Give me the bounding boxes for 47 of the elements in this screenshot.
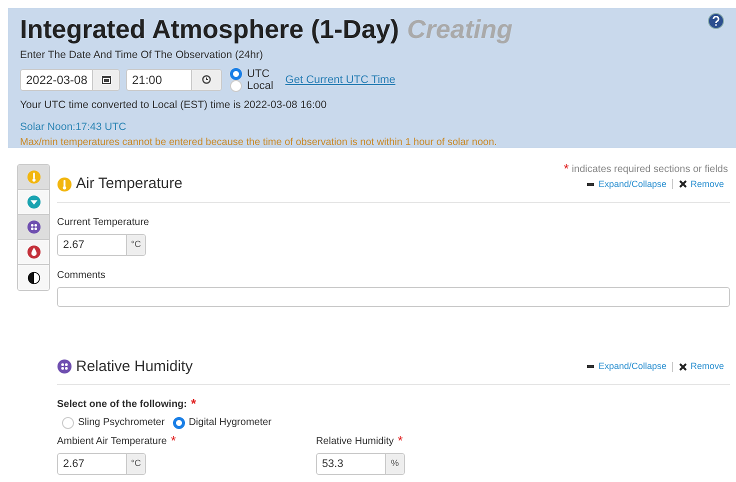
converted-time-text: Your UTC time converted to Local (EST) time is 2022-03-08 16:00	[20, 98, 328, 113]
field-label: Current Temperature	[57, 216, 150, 230]
radio-button[interactable]	[172, 416, 185, 428]
radio-button[interactable]	[230, 80, 242, 92]
radio-label: Digital Hygrometer	[188, 416, 272, 430]
status-label: Creating	[407, 14, 512, 45]
page-title: Integrated Atmosphere (1-Day)	[20, 14, 399, 45]
number-field[interactable]: 2.67 °C	[57, 453, 146, 475]
time-field[interactable]: 21:00	[126, 68, 222, 91]
required-note: indicates required sections or fields	[572, 163, 728, 177]
remove-link[interactable]: Remove	[690, 178, 724, 191]
help-icon[interactable]	[708, 13, 724, 29]
solar-noon-text: Solar Noon:17:43 UTC	[20, 120, 128, 134]
required-asterisk: *	[170, 434, 176, 449]
number-field[interactable]: 53.3 %	[316, 453, 405, 475]
field-label: Ambient Air Temperature	[57, 435, 167, 449]
radio-label: Local	[247, 80, 274, 92]
minus-icon	[587, 182, 594, 186]
remove-icon	[679, 180, 688, 188]
unit-label: %	[384, 454, 404, 474]
minus-icon	[587, 365, 594, 368]
date-field[interactable]: 2022-03-08	[20, 68, 120, 91]
remove-link[interactable]: Remove	[690, 360, 724, 374]
calendar-icon[interactable]	[102, 75, 111, 84]
required-asterisk: *	[398, 434, 403, 449]
required-asterisk: *	[191, 397, 196, 412]
radio-button[interactable]	[230, 68, 242, 80]
field-label: Select one of the following:	[57, 398, 187, 412]
clock-icon[interactable]	[202, 75, 211, 84]
number-field[interactable]: 2.67 °C	[57, 234, 146, 256]
section-title: Air Temperature	[76, 174, 182, 194]
expand-collapse-link[interactable]: Expand/Collapse	[598, 360, 666, 374]
warning-text: Max/min temperatures cannot be entered because the time of observation is not within 1 hour of solar noon.	[20, 136, 498, 150]
remove-icon	[679, 362, 688, 371]
section-nav-button[interactable]	[18, 265, 49, 290]
section-title: Relative Humidity	[76, 356, 193, 376]
expand-collapse-link[interactable]: Expand/Collapse	[598, 178, 666, 191]
required-asterisk: *	[564, 162, 569, 175]
field-label: Comments	[57, 268, 106, 282]
unit-label: °C	[126, 234, 145, 254]
radio-button[interactable]	[62, 416, 74, 428]
radio-label: UTC	[247, 68, 270, 80]
field-label: Relative Humidity	[316, 435, 394, 449]
date-time-prompt: Enter The Date And Time Of The Observation (24hr)	[20, 48, 264, 63]
unit-label: °C	[126, 454, 145, 474]
comments-field[interactable]	[57, 286, 730, 306]
radio-label: Sling Psychrometer	[78, 416, 165, 430]
